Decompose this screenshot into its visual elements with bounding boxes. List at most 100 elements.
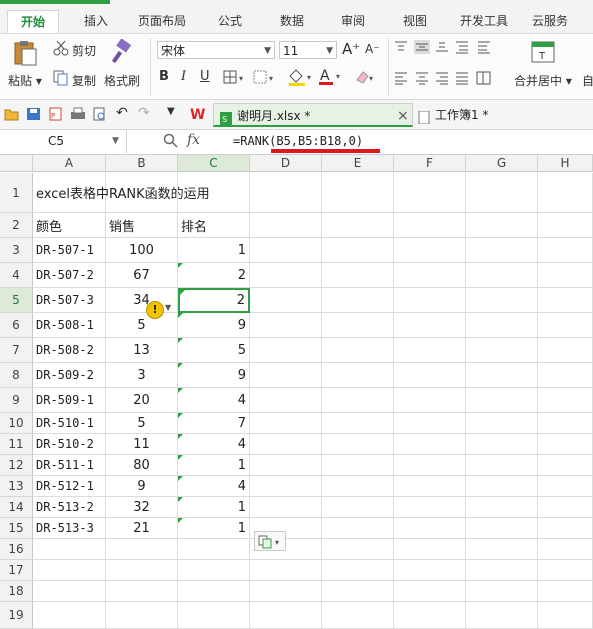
cell-a15[interactable]: DR-513-3 — [33, 518, 106, 539]
cell-e1[interactable] — [322, 173, 394, 213]
cell-c17[interactable] — [178, 560, 250, 581]
row-header-4[interactable]: 4 — [0, 263, 33, 288]
align-left-icon[interactable] — [394, 71, 494, 88]
insert-function-button[interactable]: fx — [187, 132, 200, 148]
cut-icon[interactable] — [53, 40, 69, 59]
cell-b3[interactable]: 100 — [106, 238, 178, 263]
cell-a16[interactable] — [33, 539, 106, 560]
format-painter-button[interactable]: 格式刷 — [104, 72, 140, 89]
cell-e6[interactable] — [322, 313, 394, 338]
cell-h5[interactable] — [538, 288, 593, 313]
cell-f11[interactable] — [394, 434, 466, 455]
cell-g4[interactable] — [466, 263, 538, 288]
column-header-g[interactable]: G — [466, 155, 538, 172]
cell-f3[interactable] — [394, 238, 466, 263]
cell-d9[interactable] — [250, 388, 322, 413]
cell-h10[interactable] — [538, 413, 593, 434]
cell-c4[interactable]: 2 — [178, 263, 250, 288]
cell-h18[interactable] — [538, 581, 593, 602]
cell-a3[interactable]: DR-507-1 — [33, 238, 106, 263]
row-header-12[interactable]: 12 — [0, 455, 33, 476]
cell-h7[interactable] — [538, 338, 593, 363]
cell-e9[interactable] — [322, 388, 394, 413]
cell-b19[interactable] — [106, 602, 178, 629]
auto-wrap-button[interactable]: 自 — [582, 72, 593, 89]
cell-g17[interactable] — [466, 560, 538, 581]
row-header-11[interactable]: 11 — [0, 434, 33, 455]
fill-color-icon[interactable]: ▾ — [287, 68, 315, 89]
tab-5[interactable]: 审阅 — [327, 10, 379, 32]
cell-h4[interactable] — [538, 263, 593, 288]
cell-f18[interactable] — [394, 581, 466, 602]
cell-h19[interactable] — [538, 602, 593, 629]
row-header-10[interactable]: 10 — [0, 413, 33, 434]
wps-logo-icon[interactable]: W — [190, 106, 208, 125]
tab-8[interactable]: 云服务 — [524, 10, 576, 32]
cell-g9[interactable] — [466, 388, 538, 413]
cell-a14[interactable]: DR-513-2 — [33, 497, 106, 518]
column-header-e[interactable]: E — [322, 155, 394, 172]
row-header-18[interactable]: 18 — [0, 581, 33, 602]
cell-b12[interactable]: 80 — [106, 455, 178, 476]
cell-b4[interactable]: 67 — [106, 263, 178, 288]
column-header-b[interactable]: B — [106, 155, 178, 172]
close-icon[interactable]: × — [397, 104, 409, 128]
cell-a7[interactable]: DR-508-2 — [33, 338, 106, 363]
cell-e18[interactable] — [322, 581, 394, 602]
cell-a12[interactable]: DR-511-1 — [33, 455, 106, 476]
cell-b17[interactable] — [106, 560, 178, 581]
cell-e7[interactable] — [322, 338, 394, 363]
cell-g19[interactable] — [466, 602, 538, 629]
redo-icon[interactable]: ↷ — [138, 105, 150, 121]
cell-f17[interactable] — [394, 560, 466, 581]
cell-e2[interactable] — [322, 213, 394, 238]
paste-options-button[interactable]: ▾ — [254, 531, 286, 551]
cell-f12[interactable] — [394, 455, 466, 476]
cell-h11[interactable] — [538, 434, 593, 455]
cell-a17[interactable] — [33, 560, 106, 581]
cell-b6[interactable]: 5 — [106, 313, 178, 338]
cell-e11[interactable] — [322, 434, 394, 455]
cell-f1[interactable] — [394, 173, 466, 213]
cell-a18[interactable] — [33, 581, 106, 602]
cell-d3[interactable] — [250, 238, 322, 263]
font-name-select[interactable]: 宋体 ▼ — [157, 41, 275, 59]
column-header-c[interactable]: C — [178, 155, 250, 172]
cell-e12[interactable] — [322, 455, 394, 476]
cell-g12[interactable] — [466, 455, 538, 476]
cell-d18[interactable] — [250, 581, 322, 602]
cell-h13[interactable] — [538, 476, 593, 497]
cell-f14[interactable] — [394, 497, 466, 518]
cell-g7[interactable] — [466, 338, 538, 363]
cell-g1[interactable] — [466, 173, 538, 213]
doc-tab-workbook[interactable]: 工作簿1 * — [418, 103, 518, 127]
cell-b15[interactable]: 21 — [106, 518, 178, 539]
print-preview-icon[interactable] — [92, 107, 108, 124]
column-header-f[interactable]: F — [394, 155, 466, 172]
cell-h2[interactable] — [538, 213, 593, 238]
tab-3[interactable]: 公式 — [206, 10, 254, 32]
cell-e14[interactable] — [322, 497, 394, 518]
row-header-3[interactable]: 3 — [0, 238, 33, 263]
customize-toolbar-icon[interactable]: ▼ — [167, 106, 175, 117]
row-header-7[interactable]: 7 — [0, 338, 33, 363]
cell-e16[interactable] — [322, 539, 394, 560]
cell-c14[interactable]: 1 — [178, 497, 250, 518]
tab-1[interactable]: 插入 — [70, 10, 122, 32]
search-icon[interactable] — [163, 133, 179, 152]
align-top-icon[interactable] — [394, 40, 494, 57]
shrink-font-button[interactable]: A⁻ — [365, 42, 380, 56]
paste-button[interactable]: 粘贴 ▾ — [8, 72, 42, 89]
cell-f16[interactable] — [394, 539, 466, 560]
cell-b7[interactable]: 13 — [106, 338, 178, 363]
cell-c12[interactable]: 1 — [178, 455, 250, 476]
spreadsheet-grid[interactable]: A B C D E F G H 1 excel表格中RANK函数的运用 2 颜色 销售 排名 3 DR-507… — [0, 155, 593, 629]
bold-button[interactable]: B — [159, 69, 169, 84]
row-header-8[interactable]: 8 — [0, 363, 33, 388]
row-header-13[interactable]: 13 — [0, 476, 33, 497]
cell-h17[interactable] — [538, 560, 593, 581]
merge-center-button[interactable]: 合并居中 ▾ — [514, 72, 572, 89]
cell-b13[interactable]: 9 — [106, 476, 178, 497]
row-header-15[interactable]: 15 — [0, 518, 33, 539]
cell-c2[interactable]: 排名 — [178, 213, 250, 238]
